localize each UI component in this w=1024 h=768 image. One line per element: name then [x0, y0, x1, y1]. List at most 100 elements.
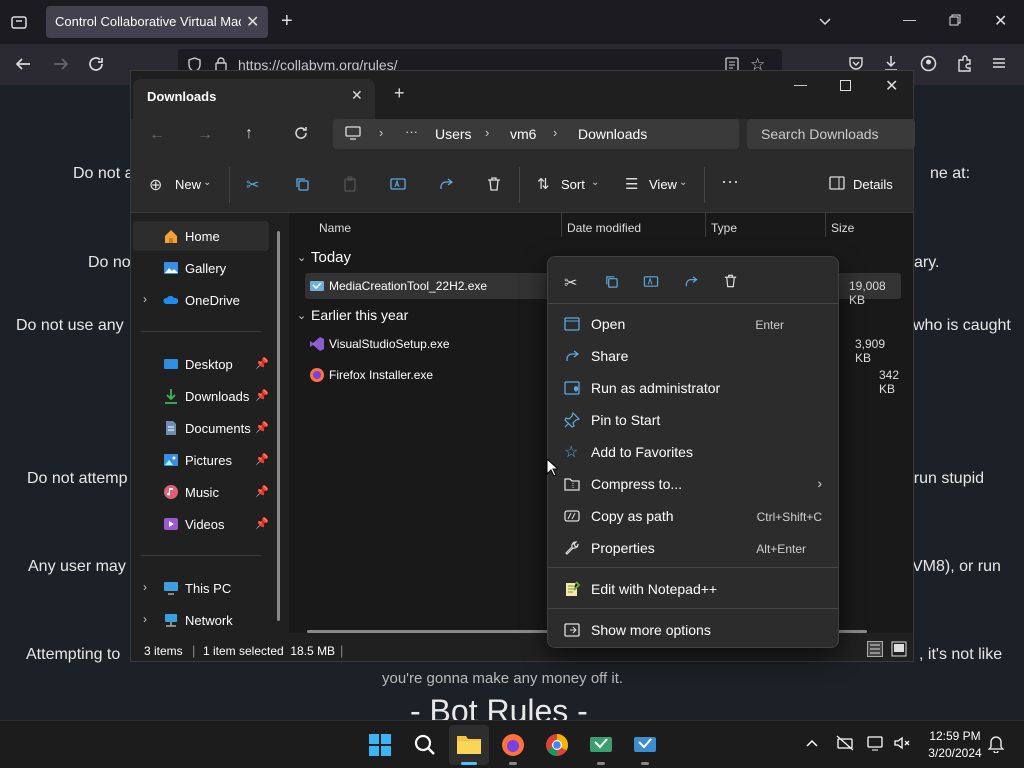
delete-icon[interactable]	[486, 176, 502, 192]
search-button[interactable]	[405, 725, 445, 765]
new-tab-icon[interactable]: +	[281, 10, 293, 33]
nav-scrollbar[interactable]	[277, 231, 280, 621]
details-button[interactable]: Details	[829, 175, 899, 195]
clock-time[interactable]: 12:59 PM	[927, 729, 983, 743]
browser-tab[interactable]: Control Collaborative Virtual Machi ✕	[46, 6, 268, 38]
nav-thispc[interactable]: › This PC	[133, 573, 269, 603]
list-all-tabs-icon[interactable]	[817, 13, 833, 29]
vm-app-taskbar-button[interactable]	[625, 725, 665, 765]
rename-icon[interactable]	[643, 274, 659, 289]
rename-icon[interactable]	[390, 176, 406, 192]
file-explorer-taskbar-button[interactable]	[449, 725, 489, 765]
breadcrumb-item[interactable]: Downloads	[578, 126, 647, 142]
tab-close-icon[interactable]: ✕	[246, 12, 259, 32]
chevron-right-icon[interactable]: ›	[379, 125, 383, 140]
nav-onedrive[interactable]: › OneDrive	[133, 285, 269, 315]
chevron-down-icon[interactable]: ⌄	[297, 309, 306, 322]
maximize-icon[interactable]	[840, 80, 851, 91]
pocket-icon[interactable]	[848, 55, 864, 71]
more-icon[interactable]: ···	[405, 124, 418, 139]
forward-icon[interactable]	[52, 55, 70, 73]
menu-item-pin-to-start[interactable]: Pin to Start	[552, 405, 836, 435]
start-button[interactable]	[360, 725, 400, 765]
vm-app-taskbar-button[interactable]	[581, 725, 621, 765]
nav-desktop[interactable]: Desktop 📌	[133, 349, 269, 379]
paste-icon[interactable]	[342, 176, 358, 192]
new-button[interactable]: ⊕ New ⌄	[149, 175, 215, 195]
explorer-tab[interactable]: Downloads ✕	[133, 79, 375, 119]
group-header[interactable]: Earlier this year	[311, 307, 408, 323]
menu-item-run-as-admin[interactable]: Run as administrator	[552, 373, 836, 403]
share-icon[interactable]	[683, 274, 699, 289]
delete-icon[interactable]	[723, 273, 738, 289]
account-icon[interactable]	[920, 55, 937, 72]
menu-item-compress[interactable]: Compress to... ›	[552, 469, 836, 499]
notification-bell-icon[interactable]	[988, 735, 1004, 753]
menu-item-copy-as-path[interactable]: Copy as path Ctrl+Shift+C	[552, 501, 836, 531]
back-icon[interactable]	[14, 55, 32, 73]
menu-item-show-more-options[interactable]: Show more options	[552, 615, 836, 645]
refresh-icon[interactable]	[293, 125, 309, 141]
copy-icon[interactable]	[294, 176, 310, 192]
more-options-icon[interactable]: ···	[721, 171, 739, 192]
new-tab-icon[interactable]: +	[394, 83, 405, 104]
tab-close-icon[interactable]: ✕	[351, 87, 363, 104]
nav-home[interactable]: Home	[133, 221, 269, 251]
share-icon[interactable]	[438, 176, 454, 192]
minimize-icon[interactable]: —	[903, 12, 916, 27]
nav-downloads[interactable]: Downloads 📌	[133, 381, 269, 411]
chevron-right-icon[interactable]: ›	[553, 125, 557, 140]
address-bar[interactable]: › ··· Users › vm6 › Downloads	[333, 119, 739, 149]
clock-date[interactable]: 3/20/2024	[924, 746, 986, 760]
reload-icon[interactable]	[87, 55, 105, 73]
breadcrumb-item[interactable]: vm6	[510, 126, 536, 142]
column-header-type[interactable]: Type	[711, 221, 737, 235]
back-icon[interactable]: ←	[149, 126, 165, 144]
view-button[interactable]: ☰ View ⌄	[625, 175, 695, 195]
menu-item-notepadpp[interactable]: Edit with Notepad++	[552, 574, 836, 604]
tab-list-icon[interactable]	[10, 13, 28, 31]
pin-icon[interactable]: 📌	[255, 421, 269, 434]
forward-icon[interactable]: →	[197, 126, 213, 144]
chevron-right-icon[interactable]: ›	[143, 580, 147, 594]
display-icon[interactable]	[866, 735, 884, 751]
sort-button[interactable]: ⇅ Sort ⌄	[537, 175, 607, 195]
pin-icon[interactable]: 📌	[255, 389, 269, 402]
column-header-date[interactable]: Date modified	[567, 221, 641, 235]
copy-icon[interactable]	[604, 274, 619, 289]
menu-item-properties[interactable]: Properties Alt+Enter	[552, 533, 836, 563]
minimize-icon[interactable]: —	[794, 77, 807, 92]
breadcrumb-item[interactable]: Users	[435, 126, 472, 142]
volume-muted-icon[interactable]	[893, 735, 911, 751]
details-view-icon[interactable]	[867, 641, 883, 657]
chrome-taskbar-button[interactable]	[537, 725, 577, 765]
chevron-up-icon[interactable]	[804, 735, 820, 751]
cut-icon[interactable]: ✂	[246, 175, 259, 195]
nav-videos[interactable]: Videos 📌	[133, 509, 269, 539]
search-box[interactable]: Search Downloads	[747, 119, 915, 149]
nav-pictures[interactable]: Pictures 📌	[133, 445, 269, 475]
group-header[interactable]: Today	[311, 249, 351, 266]
pin-icon[interactable]: 📌	[255, 517, 269, 530]
close-window-icon[interactable]: ✕	[994, 11, 1007, 31]
chevron-right-icon[interactable]: ›	[143, 612, 147, 626]
column-header-size[interactable]: Size	[831, 221, 854, 235]
pin-icon[interactable]: 📌	[255, 357, 269, 370]
chevron-right-icon[interactable]: ›	[485, 125, 489, 140]
firefox-taskbar-button[interactable]	[493, 725, 533, 765]
nav-network[interactable]: › Network	[133, 605, 269, 635]
nav-gallery[interactable]: Gallery	[133, 253, 269, 283]
close-window-icon[interactable]: ✕	[885, 76, 898, 96]
network-off-icon[interactable]	[836, 735, 854, 751]
extensions-icon[interactable]	[956, 55, 973, 72]
restore-icon[interactable]	[949, 14, 961, 26]
column-header-name[interactable]: Name	[319, 221, 351, 235]
chevron-down-icon[interactable]: ⌄	[297, 251, 306, 264]
up-icon[interactable]: ↑	[245, 125, 253, 143]
pin-icon[interactable]: 📌	[255, 485, 269, 498]
tiles-view-icon[interactable]	[891, 641, 907, 657]
menu-item-share[interactable]: Share	[552, 341, 836, 371]
menu-item-open[interactable]: Open Enter	[552, 309, 836, 339]
nav-documents[interactable]: Documents 📌	[133, 413, 269, 443]
menu-item-add-to-favorites[interactable]: ☆ Add to Favorites	[552, 437, 836, 467]
